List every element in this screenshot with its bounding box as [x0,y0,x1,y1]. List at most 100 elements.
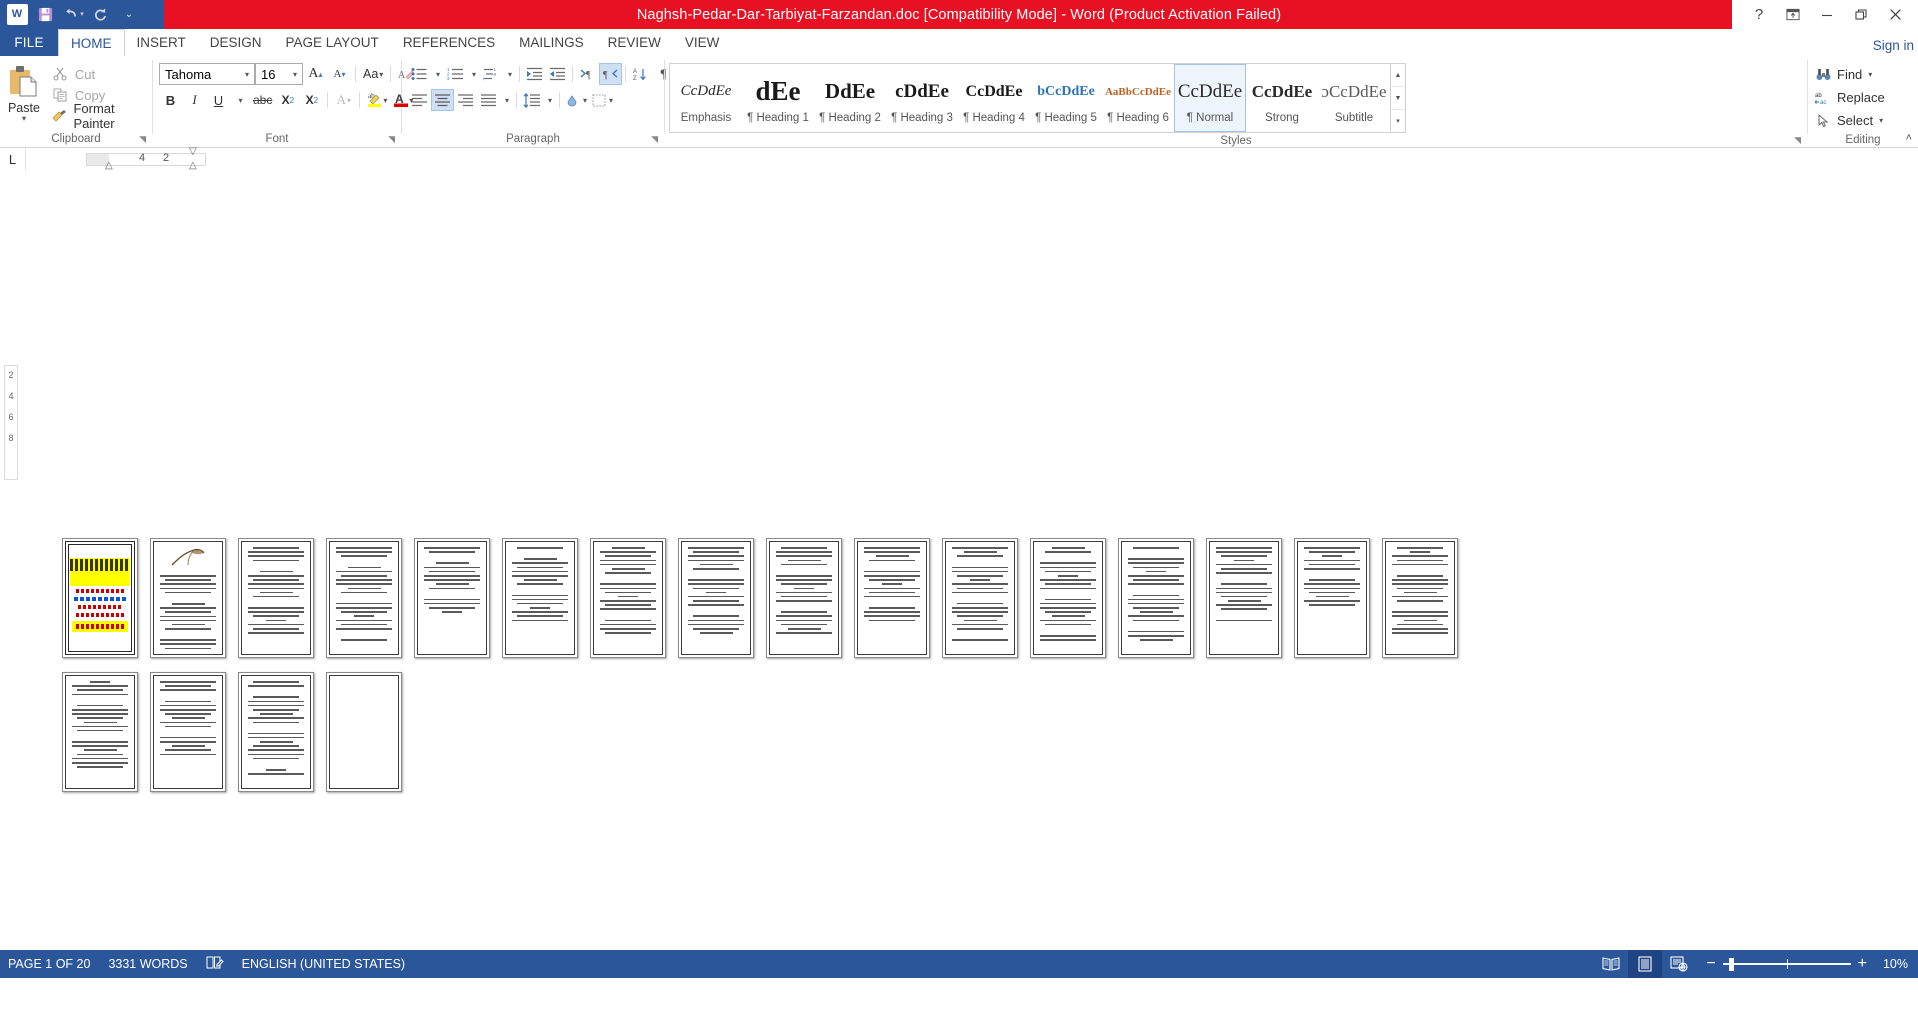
select-button[interactable]: Select ▾ [1814,110,1885,131]
tab-references[interactable]: REFERENCES [391,29,507,56]
first-line-indent-marker-icon[interactable]: ▽ [189,146,197,157]
text-effects-button[interactable]: A ▾ [332,89,355,111]
ltr-text-direction-button[interactable]: ¶ [576,63,599,85]
restore-button[interactable] [1844,0,1878,29]
tab-mailings[interactable]: MAILINGS [507,29,596,56]
style-heading-3[interactable]: cDdEe ¶ Heading 3 [886,64,958,132]
bullets-dropdown-caret-icon[interactable]: ▾ [431,63,444,85]
styles-gallery[interactable]: CcDdEe Emphasis dEe ¶ Heading 1 DdEe ¶ H… [669,63,1406,133]
print-layout-view-button[interactable] [1628,950,1663,978]
page-thumbnail[interactable] [1206,538,1282,658]
shrink-font-button[interactable]: A ▾ [328,63,351,85]
paragraph-dialog-launcher-icon[interactable]: ◥ [651,134,658,145]
page-thumbnail[interactable] [62,538,138,658]
page-thumbnail[interactable] [238,672,314,792]
help-button[interactable]: ? [1742,0,1776,29]
minimize-button[interactable] [1810,0,1844,29]
font-name-combobox[interactable]: Tahoma ▾ [159,63,255,85]
multilevel-list-dropdown-caret-icon[interactable]: ▾ [503,63,516,85]
zoom-in-button[interactable]: + [1858,956,1867,972]
tab-home[interactable]: HOME [58,29,125,56]
style-subtitle[interactable]: ɔCcDdEe Subtitle [1318,64,1390,132]
style-strong[interactable]: CcDdEe Strong [1246,64,1318,132]
select-dropdown-caret-icon[interactable]: ▾ [1879,116,1883,125]
page-thumbnail[interactable] [150,538,226,658]
find-button[interactable]: Find ▾ [1814,64,1885,85]
left-indent-marker-icon[interactable]: △ [105,160,113,171]
align-left-button[interactable] [408,89,431,111]
subscript-button[interactable]: X2 [276,89,299,111]
bullets-button[interactable] [408,63,431,85]
superscript-button[interactable]: X2 [300,89,323,111]
page-thumbnail[interactable] [150,672,226,792]
styles-scroll-down-icon[interactable]: ▼ [1391,87,1405,110]
hanging-indent-marker-icon[interactable]: △ [189,160,197,171]
grow-font-button[interactable]: A ▴ [304,63,327,85]
page-thumbnail[interactable] [1294,538,1370,658]
page-thumbnail[interactable] [326,538,402,658]
line-spacing-button[interactable] [520,89,543,111]
font-size-caret-icon[interactable]: ▾ [290,70,300,79]
page-indicator[interactable]: PAGE 1 OF 20 [8,957,90,971]
page-thumbnail[interactable] [1382,538,1458,658]
justify-button[interactable] [477,89,500,111]
decrease-indent-button[interactable] [523,63,546,85]
page-thumbnail[interactable] [62,672,138,792]
language-indicator[interactable]: ENGLISH (UNITED STATES) [242,957,405,971]
page-thumbnail[interactable] [1118,538,1194,658]
numbering-button[interactable]: 123 [444,63,467,85]
page-thumbnail[interactable] [854,538,930,658]
page-thumbnail[interactable] [238,538,314,658]
borders-button[interactable]: ▾ [589,89,615,111]
change-case-button[interactable]: Aa ▾ [360,63,386,85]
line-spacing-dropdown-caret-icon[interactable]: ▾ [543,89,556,111]
style-heading-5[interactable]: bCcDdEe ¶ Heading 5 [1030,64,1102,132]
justify-dropdown-caret-icon[interactable]: ▾ [500,89,513,111]
bold-button[interactable]: B [159,89,182,111]
web-layout-view-button[interactable] [1662,950,1696,978]
align-right-button[interactable] [454,89,477,111]
page-thumbnail[interactable] [942,538,1018,658]
font-size-combobox[interactable]: 16 ▾ [255,63,303,85]
format-painter-button[interactable]: Format Painter [48,101,152,131]
find-dropdown-caret-icon[interactable]: ▾ [1868,70,1872,79]
italic-button[interactable]: I [183,89,206,111]
paste-dropdown-caret-icon[interactable]: ▾ [22,115,26,123]
numbering-dropdown-caret-icon[interactable]: ▾ [467,63,480,85]
page-thumbnail[interactable] [414,538,490,658]
styles-gallery-scroll[interactable]: ▲ ▼ ▾ [1390,64,1405,132]
text-highlight-color-button[interactable]: ab ▾ [364,89,390,111]
style-normal[interactable]: CcDdEe ¶ Normal [1174,64,1246,132]
word-count[interactable]: 3331 WORDS [108,957,187,971]
style-heading-4[interactable]: CcDdEe ¶ Heading 4 [958,64,1030,132]
sort-button[interactable]: AZ [629,63,652,85]
vertical-ruler[interactable]: 2 4 6 8 [4,365,18,480]
page-thumbnail[interactable] [502,538,578,658]
clipboard-dialog-launcher-icon[interactable]: ◥ [139,134,146,145]
spellcheck-icon[interactable] [206,955,224,973]
style-heading-6[interactable]: AaBbCcDdEe ¶ Heading 6 [1102,64,1174,132]
horizontal-ruler[interactable]: 4 2 △ ▽ △ [86,146,206,171]
tab-view[interactable]: VIEW [673,29,732,56]
sign-in-link[interactable]: Sign in [1873,38,1914,53]
ribbon-display-options-icon[interactable] [1776,0,1810,29]
multilevel-list-button[interactable]: 1ai [480,63,503,85]
page-thumbnail-grid[interactable] [62,538,1532,792]
underline-button[interactable]: U [207,89,230,111]
style-heading-1[interactable]: dEe ¶ Heading 1 [742,64,814,132]
tab-review[interactable]: REVIEW [596,29,673,56]
zoom-slider[interactable] [1722,958,1851,971]
styles-more-icon[interactable]: ▾ [1391,110,1405,132]
cut-button[interactable]: Cut [48,64,152,84]
zoom-control[interactable]: − + 10% [1696,956,1908,972]
rtl-text-direction-button[interactable]: ¶ [599,63,622,85]
replace-button[interactable]: ab ac Replace [1814,87,1885,108]
center-button[interactable] [431,89,454,111]
page-thumbnail[interactable] [678,538,754,658]
page-thumbnail[interactable] [590,538,666,658]
collapse-ribbon-button[interactable]: ˄ [1906,132,1912,144]
increase-indent-button[interactable] [546,63,569,85]
style-emphasis[interactable]: CcDdEe Emphasis [670,64,742,132]
tab-stop-selector[interactable]: L [0,148,26,170]
page-thumbnail[interactable] [1030,538,1106,658]
